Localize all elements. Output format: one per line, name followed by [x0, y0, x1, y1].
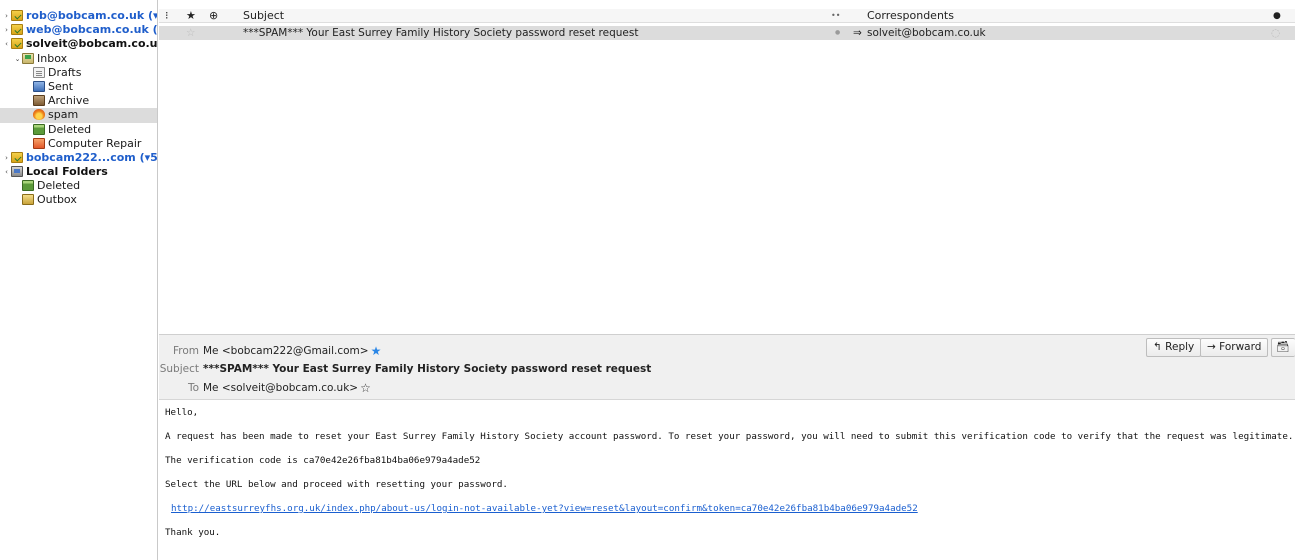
from-row: From Me <bobcam222@Gmail.com> ★: [159, 344, 381, 358]
inbox-icon: [22, 52, 34, 64]
archive-icon: [33, 95, 45, 107]
folder-label: Deleted: [48, 122, 92, 136]
message-star-icon[interactable]: ☆: [186, 26, 195, 40]
to-star-icon[interactable]: ☆: [360, 381, 371, 395]
deleted-icon: [33, 123, 45, 135]
account-icon: [11, 151, 23, 163]
to-row: To Me <solveit@bobcam.co.uk> ☆: [159, 381, 371, 395]
subject-row: Subject ***SPAM*** Your East Surrey Famil…: [159, 362, 652, 376]
folder-item[interactable]: › web@bobcam.co.uk (▾2): [0, 23, 157, 37]
folder-label: rob@bobcam.co.uk (▾1): [26, 9, 158, 22]
starred-column-icon[interactable]: ★: [186, 9, 196, 23]
folder-label: Drafts: [48, 65, 82, 79]
repair-icon: [33, 137, 45, 149]
forward-label: Forward: [1219, 341, 1262, 353]
from-label: From: [172, 345, 199, 357]
folder-item[interactable]: Deleted: [0, 179, 157, 193]
folder-list: › rob@bobcam.co.uk (▾1) › web@bobcam.co.uk …: [0, 9, 157, 208]
body-paragraph-2: The verification code is ca70e42e26fba81…: [165, 455, 481, 466]
subject-value: ***SPAM*** Your East Surrey Family Histo…: [203, 363, 652, 375]
folder-label: Deleted: [37, 179, 81, 193]
folder-label: solveit@bobcam.co.uk: [26, 37, 158, 51]
folder-twisty-icon[interactable]: ›: [2, 151, 11, 165]
folder-item[interactable]: Deleted: [0, 123, 157, 137]
correspondents-column-header[interactable]: Correspondents: [867, 9, 954, 23]
account-icon: [11, 10, 23, 21]
sent-icon: [33, 80, 45, 92]
folder-pane: › rob@bobcam.co.uk (▾1) › web@bobcam.co.uk …: [0, 0, 158, 560]
account-icon: [11, 38, 23, 50]
message-subject: ***SPAM*** Your East Surrey Family Histo…: [243, 27, 639, 39]
reply-icon: ↰: [1153, 341, 1162, 353]
folder-label: bobcam222...com (▾55): [26, 150, 158, 164]
message-row[interactable]: ☆ ***SPAM*** Your East Surrey Family His…: [159, 26, 1295, 40]
account-icon: [11, 24, 23, 36]
body-paragraph-1: A request has been made to reset your Ea…: [165, 431, 1294, 442]
reply-label: Reply: [1165, 341, 1195, 353]
folder-twisty-icon[interactable]: ⌄: [13, 52, 22, 66]
forward-button[interactable]: → Forward: [1200, 338, 1269, 357]
local-folders-icon: [11, 166, 23, 178]
subject-column-header[interactable]: Subject: [243, 9, 284, 23]
folder-item[interactable]: › rob@bobcam.co.uk (▾1): [0, 9, 157, 23]
body-greeting: Hello,: [165, 407, 199, 418]
folder-label: Local Folders: [26, 165, 108, 179]
forward-icon: →: [1207, 341, 1216, 353]
folder-item[interactable]: Computer Repair: [0, 137, 157, 151]
message-read-dot-icon[interactable]: ●: [835, 26, 840, 40]
deleted-icon: [22, 180, 34, 192]
outbox-icon: [22, 194, 34, 206]
to-value[interactable]: Me <solveit@bobcam.co.uk>: [203, 382, 358, 394]
folder-twisty-icon[interactable]: ›: [2, 9, 11, 23]
from-value[interactable]: Me <bobcam222@Gmail.com>: [203, 345, 369, 357]
junk-column-icon[interactable]: ●: [1273, 9, 1281, 23]
folder-item[interactable]: ‹ solveit@bobcam.co.uk: [0, 37, 157, 51]
read-status-column-icon[interactable]: ••: [831, 9, 840, 23]
reset-password-link[interactable]: http://eastsurreyfhs.org.uk/index.php/ab…: [171, 503, 918, 514]
folder-label: spam: [48, 108, 79, 122]
folder-item[interactable]: Sent: [0, 80, 157, 94]
outgoing-arrow-icon: ⇒: [853, 27, 862, 39]
folder-item[interactable]: ‹ Local Folders: [0, 165, 157, 179]
folder-twisty-icon[interactable]: ‹: [2, 165, 11, 179]
body-paragraph-3: Select the URL below and proceed with re…: [165, 479, 508, 490]
thread-pane: ⁝ ★ ⊕ Subject •• Correspondents ● ☆ ***S…: [159, 9, 1295, 334]
message-junk-icon[interactable]: ◌: [1271, 26, 1280, 40]
folder-label: Computer Repair: [48, 136, 142, 150]
subject-label: Subject: [159, 363, 199, 375]
folder-item[interactable]: spam: [0, 108, 157, 123]
folder-label: Archive: [48, 94, 90, 108]
folder-twisty-icon[interactable]: ‹: [2, 37, 11, 51]
to-label: To: [187, 382, 199, 394]
folder-item[interactable]: ⌄ Inbox: [0, 52, 157, 66]
reply-button[interactable]: ↰ Reply: [1146, 338, 1202, 357]
folder-item[interactable]: Outbox: [0, 193, 157, 207]
message-header: From Me <bobcam222@Gmail.com> ★ Subject ***…: [159, 334, 1295, 400]
body-closing: Thank you.: [165, 527, 221, 538]
folder-label: Inbox: [37, 51, 68, 65]
archive-button[interactable]: 🗃: [1271, 338, 1295, 357]
folder-label: Outbox: [37, 193, 77, 207]
drafts-icon: [33, 66, 45, 78]
archive-icon: 🗃: [1276, 341, 1290, 353]
folder-label: Sent: [48, 79, 74, 93]
thread-column-icon[interactable]: ⁝: [165, 9, 169, 23]
folder-label: web@bobcam.co.uk (▾2): [26, 23, 158, 37]
spam-icon: [33, 109, 45, 121]
folder-twisty-icon[interactable]: ›: [2, 23, 11, 37]
folder-item[interactable]: Drafts: [0, 66, 157, 80]
from-star-icon[interactable]: ★: [371, 344, 382, 358]
folder-item[interactable]: Archive: [0, 94, 157, 108]
folder-item[interactable]: › bobcam222...com (▾55): [0, 151, 157, 165]
attachment-column-icon[interactable]: ⊕: [209, 9, 218, 23]
message-correspondent: solveit@bobcam.co.uk: [867, 27, 986, 39]
thread-column-header: ⁝ ★ ⊕ Subject •• Correspondents ●: [159, 9, 1295, 23]
